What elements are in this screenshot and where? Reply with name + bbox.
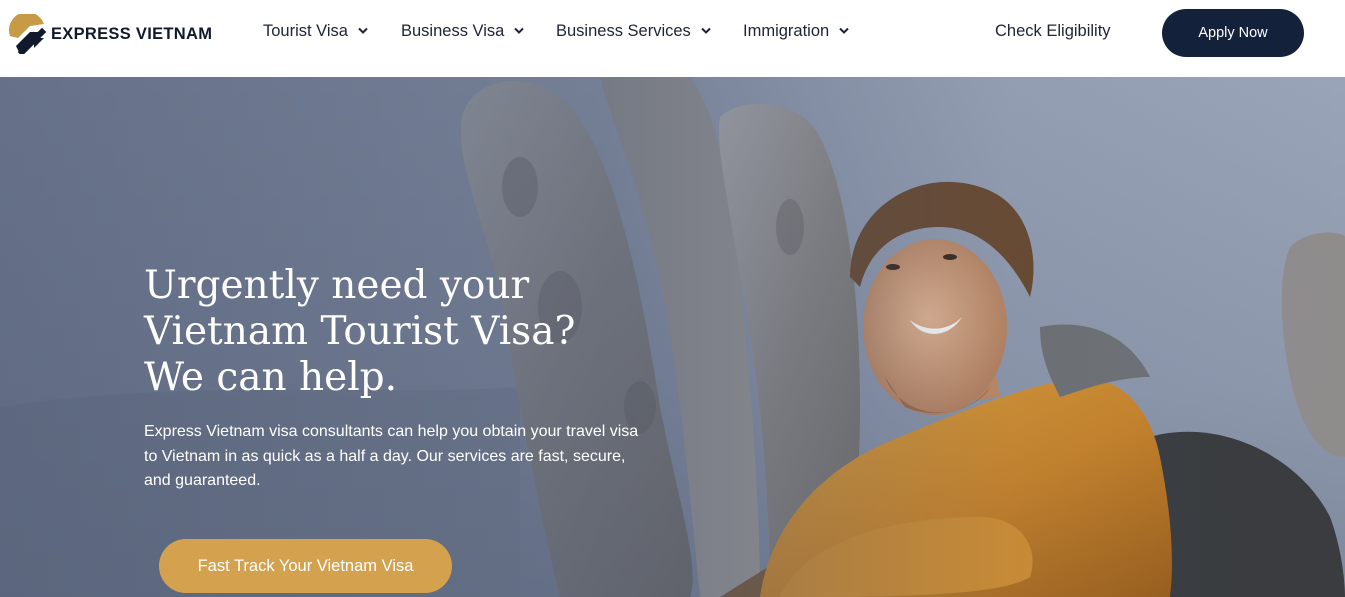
nav-item-label: Tourist Visa xyxy=(263,22,348,40)
check-eligibility-link[interactable]: Check Eligibility xyxy=(995,22,1111,41)
hero-description: Express Vietnam visa consultants can hel… xyxy=(144,423,639,489)
fast-track-visa-button[interactable]: Fast Track Your Vietnam Visa xyxy=(159,539,452,593)
chevron-down-icon xyxy=(701,27,711,34)
hero-headline: Urgently need your Vietnam Tourist Visa?… xyxy=(144,263,704,401)
nav-item-immigration[interactable]: Immigration xyxy=(743,22,849,41)
nav-item-label: Immigration xyxy=(743,22,830,40)
headline-line-3: We can help. xyxy=(144,355,398,400)
nav-item-tourist-visa[interactable]: Tourist Visa xyxy=(263,22,368,41)
chevron-down-icon xyxy=(358,27,368,34)
headline-line-1: Urgently need your xyxy=(144,263,530,308)
chevron-down-icon xyxy=(839,27,849,34)
chevron-down-icon xyxy=(514,27,525,34)
nav-item-business-services[interactable]: Business Services xyxy=(556,22,711,41)
apply-now-button[interactable]: Apply Now xyxy=(1162,9,1304,57)
nav-item-label: Business Services xyxy=(556,22,691,40)
headline-line-2: Vietnam Tourist Visa? xyxy=(144,309,576,354)
nav-item-label: Business Visa xyxy=(401,22,505,40)
nav-item-business-visa[interactable]: Business Visa xyxy=(401,22,525,41)
site-header: EXPRESS VIETNAM Tourist Visa Business Vi… xyxy=(0,0,1345,77)
logo[interactable]: EXPRESS VIETNAM xyxy=(8,14,212,54)
hero-section: Urgently need your Vietnam Tourist Visa?… xyxy=(0,77,1345,597)
express-vietnam-logo-icon xyxy=(8,14,47,54)
logo-text: EXPRESS VIETNAM xyxy=(51,24,213,43)
